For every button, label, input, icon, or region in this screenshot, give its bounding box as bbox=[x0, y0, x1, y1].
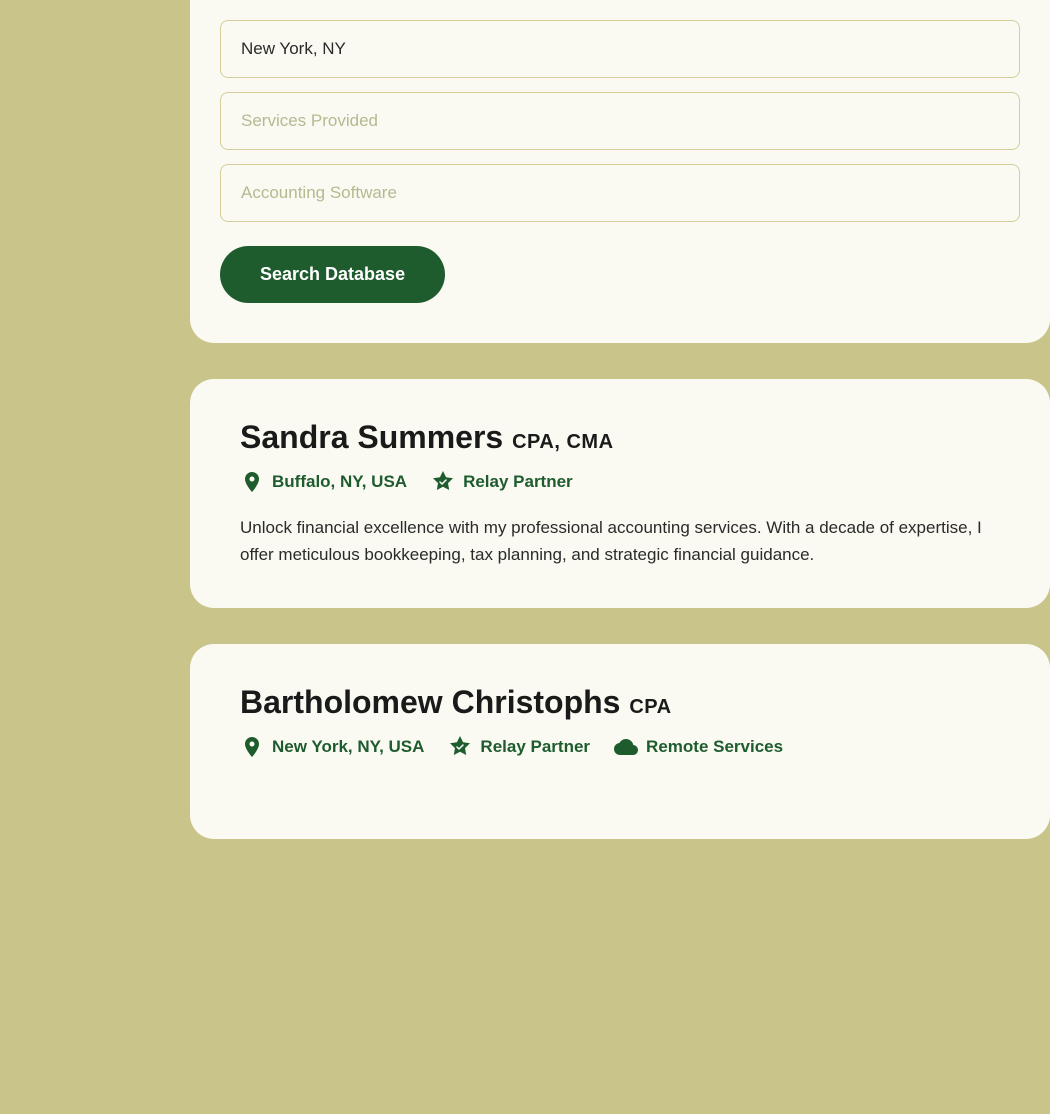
relay-partner-text-0: Relay Partner bbox=[463, 472, 573, 492]
location-icon-1 bbox=[240, 735, 264, 759]
accounting-software-input[interactable] bbox=[220, 164, 1020, 222]
person-location-0: Buffalo, NY, USA bbox=[240, 470, 407, 494]
person-meta-0: Buffalo, NY, USA Relay Partner bbox=[240, 470, 1010, 494]
person-description-0: Unlock financial excellence with my prof… bbox=[240, 514, 990, 568]
relay-partner-badge-0: Relay Partner bbox=[431, 470, 573, 494]
person-fullname-0: Sandra Summers bbox=[240, 419, 503, 455]
relay-partner-icon-1 bbox=[448, 735, 472, 759]
relay-partner-badge-1: Relay Partner bbox=[448, 735, 590, 759]
person-name-1: Bartholomew Christophs CPA bbox=[240, 684, 1010, 721]
relay-partner-icon-0 bbox=[431, 470, 455, 494]
result-card-0: Sandra Summers CPA, CMA Buffalo, NY, USA… bbox=[190, 379, 1050, 608]
location-input[interactable] bbox=[220, 20, 1020, 78]
location-text-0: Buffalo, NY, USA bbox=[272, 472, 407, 492]
person-location-1: New York, NY, USA bbox=[240, 735, 424, 759]
relay-partner-text-1: Relay Partner bbox=[480, 737, 590, 757]
result-card-1: Bartholomew Christophs CPA New York, NY,… bbox=[190, 644, 1050, 839]
remote-services-badge-1: Remote Services bbox=[614, 735, 783, 759]
location-icon-0 bbox=[240, 470, 264, 494]
search-card: Search Database bbox=[190, 0, 1050, 343]
location-text-1: New York, NY, USA bbox=[272, 737, 424, 757]
person-credentials-0: CPA, CMA bbox=[512, 431, 613, 453]
person-credentials-1: CPA bbox=[629, 696, 671, 718]
search-database-button[interactable]: Search Database bbox=[220, 246, 445, 303]
remote-services-text-1: Remote Services bbox=[646, 737, 783, 757]
person-name-0: Sandra Summers CPA, CMA bbox=[240, 419, 1010, 456]
person-fullname-1: Bartholomew Christophs bbox=[240, 684, 620, 720]
services-input[interactable] bbox=[220, 92, 1020, 150]
remote-services-icon-1 bbox=[614, 735, 638, 759]
person-meta-1: New York, NY, USA Relay Partner Remote S… bbox=[240, 735, 1010, 759]
